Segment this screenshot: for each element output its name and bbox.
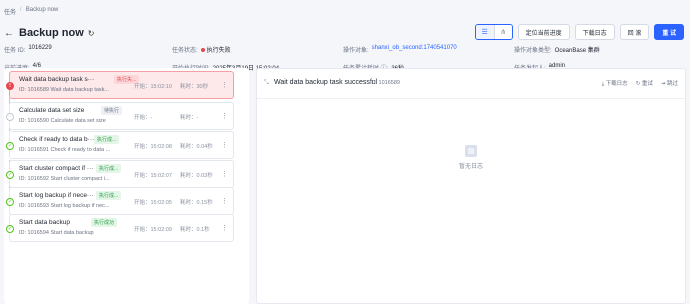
more-icon[interactable]: ⋮: [221, 197, 228, 205]
refresh-icon[interactable]: ↻: [88, 29, 95, 38]
subtask-name: Check if ready to data b···: [19, 136, 95, 143]
detail-header: ⤡ Wait data backup task successful ID: 1…: [257, 69, 685, 99]
subtask-cost: 耗时：-: [180, 115, 199, 121]
subtask-start: 开始：15:02:09: [134, 227, 172, 233]
more-icon[interactable]: ⋮: [221, 81, 228, 89]
breadcrumb-root[interactable]: 任务: [4, 7, 16, 16]
subtask-start: 开始：15:02:10: [134, 84, 172, 90]
subtask-id: ID: 1016594 Start data backup: [19, 230, 94, 236]
subtask-card[interactable]: ✓ Start cluster compact if ··· 执行成... ID…: [6, 160, 234, 188]
detail-id: ID: 1016589: [370, 80, 400, 86]
subtask-cost: 耗时：0.04秒: [180, 144, 213, 150]
success-status-icon: ✓: [6, 142, 14, 150]
status-badge: 执行成...: [94, 135, 120, 144]
empty-log-icon: [465, 145, 477, 157]
page-title: Backup now: [19, 27, 84, 39]
rollback-button[interactable]: 回 滚: [619, 24, 650, 40]
status-dot-icon: [200, 48, 205, 52]
subtask-id: ID: 1016590 Calculate data set size: [19, 118, 106, 124]
back-arrow-icon[interactable]: ←: [4, 28, 14, 39]
breadcrumb: 任务 / Backup now: [4, 7, 58, 16]
subtask-cost: 耗时：0.1秒: [180, 227, 210, 233]
task-status-field: 任务状态: 执行失败: [172, 45, 343, 55]
pending-status-icon: ·: [6, 113, 14, 121]
task-id-label: 任务 ID:: [4, 48, 26, 54]
subtask-id: ID: 1016592 Start cluster compact i...: [19, 176, 110, 182]
subtask-name: Start data backup: [19, 219, 70, 226]
collapse-icon[interactable]: ⤡: [264, 80, 269, 87]
task-status-text: 执行失败: [206, 48, 231, 54]
status-badge: 执行成...: [96, 164, 122, 173]
subtask-list: ! Wait data backup task s··· 执行失... ID: …: [4, 68, 249, 304]
subtask-id: ID: 1016591 Check if ready to data ...: [19, 147, 111, 153]
status-badge: 执行成功: [91, 218, 118, 227]
subtask-name: Start cluster compact if ···: [19, 165, 94, 172]
target-label: 操作对象:: [343, 48, 369, 54]
more-icon[interactable]: ⋮: [221, 141, 228, 149]
task-id-field: 任务 ID: 1016229: [4, 45, 172, 55]
empty-state: 暂无日志: [257, 145, 685, 170]
subtask-start: 开始：15:02:07: [134, 173, 172, 179]
detail-download-log-label: 下载日志: [605, 81, 628, 87]
subtask-name: Calculate data set size: [19, 107, 85, 114]
task-id-value: 1016229: [28, 45, 52, 51]
info-row: 任务 ID: 1016229 任务状态: 执行失败 操作对象: shanxi_o…: [4, 45, 684, 55]
subtask-start: 开始：15:02:05: [134, 200, 172, 206]
more-icon[interactable]: ⋮: [221, 112, 228, 120]
subtask-cost: 耗时：30秒: [180, 84, 209, 90]
target-type-label: 操作对象类型:: [514, 48, 552, 54]
detail-retry-button[interactable]: ↻ 重试: [636, 79, 653, 88]
view-toggle: ☰ ⋔: [474, 24, 513, 40]
toolbar: ☰ ⋔ 定位当前进度 下载日志 回 滚 重 试: [474, 24, 684, 40]
more-icon[interactable]: ⋮: [221, 224, 228, 232]
subtask-id: ID: 1016589 Wait data backup task...: [19, 87, 109, 93]
success-status-icon: ✓: [6, 225, 14, 233]
subtask-cost: 耗时：0.03秒: [180, 173, 213, 179]
breadcrumb-separator: /: [20, 7, 22, 13]
detail-title: Wait data backup task successful: [274, 79, 378, 86]
list-view-icon[interactable]: ☰: [475, 25, 494, 39]
target-type-value: OceanBase 集群: [554, 48, 600, 54]
subtask-start: 开始：-: [134, 115, 153, 121]
target-field: 操作对象: shanxi_ob_second:1740541070: [343, 45, 514, 55]
download-log-button[interactable]: 下载日志: [574, 24, 615, 40]
subtask-card[interactable]: ✓ Start log backup if nece··· 执行成... ID:…: [6, 187, 234, 215]
detail-download-log-button[interactable]: ⤓ 下载日志: [602, 79, 628, 88]
subtask-name: Start log backup if nece···: [19, 192, 94, 199]
subtask-id: ID: 1016593 Start log backup if nec...: [19, 203, 110, 209]
locate-progress-button[interactable]: 定位当前进度: [517, 24, 570, 40]
status-badge: 待执行: [101, 106, 123, 115]
success-status-icon: ✓: [6, 198, 14, 206]
retry-button[interactable]: 重 试: [654, 24, 684, 40]
empty-log-text: 暂无日志: [458, 164, 483, 170]
more-icon[interactable]: ⋮: [221, 170, 228, 178]
subtask-card[interactable]: · Calculate data set size 待执行 ID: 101659…: [6, 102, 234, 130]
detail-skip-label: 跳过: [666, 81, 678, 87]
status-badge: 执行成...: [96, 191, 122, 200]
task-status-value: 执行失败: [200, 45, 231, 55]
error-status-icon: !: [6, 82, 14, 90]
subtask-name: Wait data backup task s···: [19, 76, 95, 83]
subtask-card[interactable]: ✓ Check if ready to data b··· 执行成... ID:…: [6, 131, 234, 159]
breadcrumb-current: Backup now: [25, 7, 59, 13]
target-type-field: 操作对象类型: OceanBase 集群: [514, 45, 684, 55]
subtask-card[interactable]: ! Wait data backup task s··· 执行失... ID: …: [6, 71, 234, 99]
success-status-icon: ✓: [6, 171, 14, 179]
target-link[interactable]: shanxi_ob_second:1740541070: [372, 45, 457, 55]
subtask-cost: 耗时：0.15秒: [180, 200, 213, 206]
subtask-start: 开始：15:02:08: [134, 144, 172, 150]
subtask-card[interactable]: ✓ Start data backup 执行成功 ID: 1016594 Sta…: [6, 214, 234, 242]
tree-view-icon[interactable]: ⋔: [493, 25, 512, 39]
detail-retry-label: 重试: [641, 81, 653, 87]
task-status-label: 任务状态:: [172, 48, 198, 54]
detail-actions: ⤓ 下载日志 ↻ 重试 ⇥ 跳过: [602, 79, 678, 88]
detail-skip-button[interactable]: ⇥ 跳过: [661, 79, 678, 88]
page-header: ← Backup now ↻ ☰ ⋔ 定位当前进度 下载日志 回 滚 重 试: [4, 24, 684, 42]
subtask-detail-panel: ⤡ Wait data backup task successful ID: 1…: [256, 68, 686, 304]
